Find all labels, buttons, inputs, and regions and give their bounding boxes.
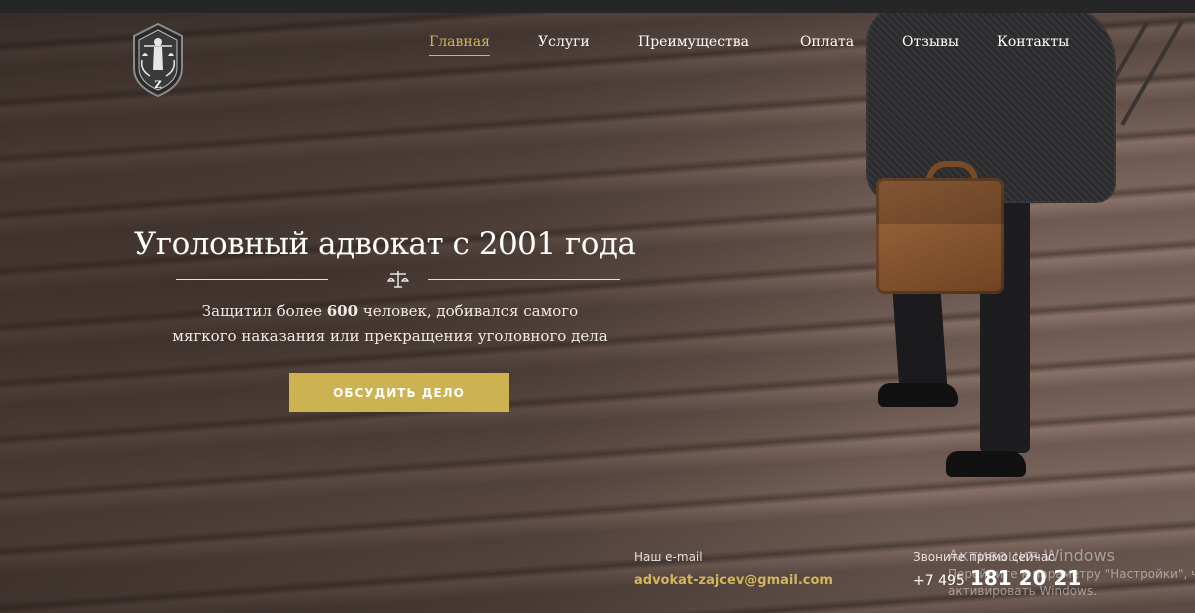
subtitle-line-2: мягкого наказания или прекращения уголов…	[172, 327, 608, 345]
subtitle-text-end: человек, добивался самого	[358, 302, 579, 320]
scales-icon	[386, 271, 410, 288]
windows-activation-watermark: Активация Windows Перейдите к параметру …	[948, 546, 1195, 599]
hero-title: Уголовный адвокат с 2001 года	[134, 226, 636, 262]
svg-text:Z: Z	[154, 80, 161, 91]
hero-subtitle: Защитил более 600 человек, добивался сам…	[150, 299, 630, 349]
nav-item-services[interactable]: Услуги	[538, 34, 590, 50]
title-divider	[176, 268, 620, 290]
lawyer-photo	[840, 13, 1140, 483]
nav-item-payment[interactable]: Оплата	[800, 34, 854, 50]
email-label: Наш e-mail	[634, 550, 703, 564]
nav-item-contacts[interactable]: Контакты	[997, 34, 1069, 50]
subtitle-count: 600	[326, 302, 359, 320]
nav-item-advantages[interactable]: Преимущества	[638, 34, 749, 50]
nav-item-home[interactable]: Главная	[429, 34, 490, 56]
main-nav: Главная Услуги Преимущества Оплата Отзыв…	[0, 34, 1195, 56]
watermark-line-2: активировать Windows.	[948, 584, 1097, 598]
discuss-case-button[interactable]: ОБСУДИТЬ ДЕЛО	[289, 373, 509, 412]
email-block: Наш e-mail advokat-zajcev@gmail.com	[634, 550, 874, 588]
top-bar	[0, 0, 1195, 13]
watermark-title: Активация Windows	[948, 546, 1115, 565]
briefcase-image	[876, 178, 1004, 294]
subtitle-text: Защитил более	[201, 302, 327, 320]
email-link[interactable]: advokat-zajcev@gmail.com	[634, 573, 874, 588]
watermark-line-1: Перейдите к параметру "Настройки", ч	[948, 567, 1195, 581]
nav-item-reviews[interactable]: Отзывы	[902, 34, 959, 50]
